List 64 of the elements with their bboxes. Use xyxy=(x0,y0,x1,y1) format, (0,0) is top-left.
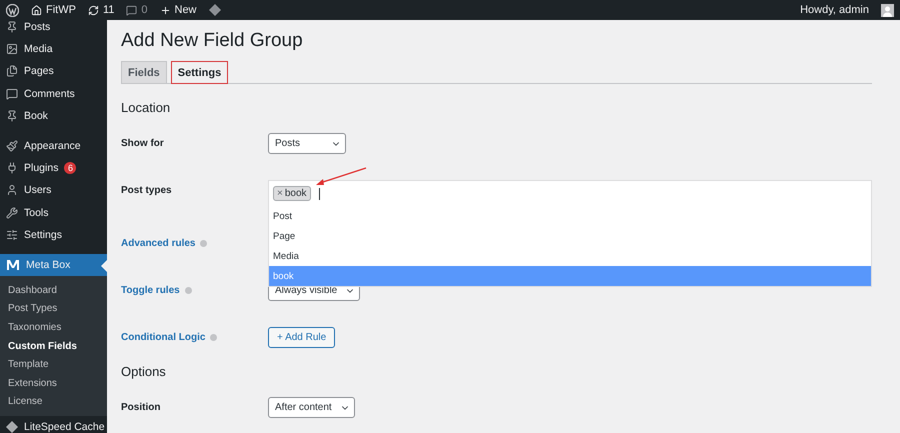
menu-item[interactable]: Appearance xyxy=(0,134,107,158)
wordpress-logo[interactable] xyxy=(6,4,19,16)
add-rule-button[interactable]: + Add Rule xyxy=(268,327,336,348)
site-link[interactable]: FitWP xyxy=(31,4,76,16)
menu-item[interactable]: Media xyxy=(0,38,107,60)
letter-m-icon xyxy=(6,258,20,271)
home-icon xyxy=(31,4,42,16)
submenu-item[interactable]: Template xyxy=(0,355,107,374)
menu-item[interactable]: Tools xyxy=(0,202,107,224)
menu-item[interactable]: Users xyxy=(0,179,107,202)
comment-icon xyxy=(6,88,18,100)
refresh-icon xyxy=(88,4,99,16)
section-heading: Location xyxy=(121,100,172,115)
submenu-item[interactable]: Extensions xyxy=(0,374,107,393)
submenu-item[interactable]: Custom Fields xyxy=(0,336,107,356)
menu-item[interactable]: Comments xyxy=(0,82,107,105)
user-icon xyxy=(6,184,18,196)
tab[interactable]: Fields xyxy=(121,61,167,84)
brush-icon xyxy=(6,140,18,152)
field-label: Post types xyxy=(121,184,172,198)
field-label: Conditional Logic xyxy=(121,331,206,345)
tag-label: book xyxy=(284,188,307,199)
menu-item[interactable]: LiteSpeed Cache xyxy=(0,416,107,433)
new-link[interactable]: New xyxy=(160,4,197,16)
account-link[interactable]: Howdy, admin xyxy=(800,4,869,16)
page-title: Add New Field Group xyxy=(121,30,304,52)
avatar-icon[interactable] xyxy=(881,4,894,16)
pages-icon xyxy=(6,65,18,78)
menu-item[interactable]: Meta Box xyxy=(0,254,107,276)
field-label: Toggle rules xyxy=(121,284,180,298)
select-dropdown[interactable]: Posts xyxy=(268,133,346,154)
section-heading: Options xyxy=(121,364,167,379)
field-label: Show for xyxy=(121,137,164,151)
plug-icon xyxy=(6,162,18,174)
remove-tag-button[interactable]: × xyxy=(277,188,283,199)
diamond-icon xyxy=(6,421,18,433)
count-badge: 6 xyxy=(64,162,76,174)
comments-link[interactable]: 0 xyxy=(126,4,148,16)
submenu-item[interactable]: License xyxy=(0,392,107,412)
updates-link[interactable]: 11 xyxy=(88,4,114,16)
select-dropdown[interactable]: After content xyxy=(268,397,355,418)
field-label: Position xyxy=(121,401,160,415)
wrench-icon xyxy=(6,206,18,219)
submenu-item[interactable]: Dashboard xyxy=(0,281,107,300)
tags-field[interactable]: × book xyxy=(268,180,872,207)
menu-item[interactable]: Pages xyxy=(0,60,107,83)
menu-item[interactable]: Book xyxy=(0,104,107,127)
pin-icon xyxy=(6,21,18,34)
field-label: Advanced rules xyxy=(121,237,196,251)
sliders-icon xyxy=(6,228,18,241)
plus-icon xyxy=(160,4,170,16)
diamond-icon[interactable] xyxy=(208,4,221,16)
annotation-arrow xyxy=(316,168,366,188)
menu-item[interactable]: Plugins 6 xyxy=(0,157,107,180)
tag-chip[interactable]: × book xyxy=(273,186,311,201)
menu-item[interactable]: Posts xyxy=(0,20,107,38)
image-icon xyxy=(6,43,18,56)
submenu-item[interactable]: Post Types xyxy=(0,300,107,318)
tab[interactable]: Settings xyxy=(170,61,228,84)
menu-item[interactable]: Settings xyxy=(0,224,107,246)
pin-icon xyxy=(6,110,18,122)
comment-icon xyxy=(126,4,138,16)
submenu-item[interactable]: Taxonomies xyxy=(0,318,107,337)
text-cursor xyxy=(318,188,320,200)
